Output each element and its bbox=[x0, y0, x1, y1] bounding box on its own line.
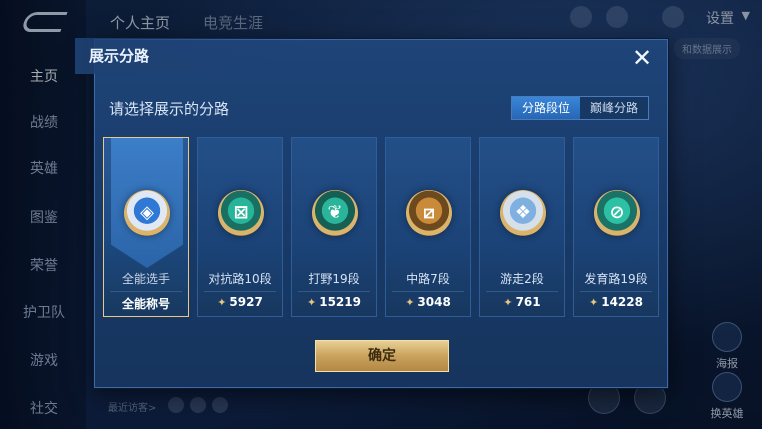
lane-card-name: 打野19段 bbox=[308, 272, 360, 286]
divider bbox=[298, 291, 370, 292]
points-icon: ✦ bbox=[217, 296, 227, 309]
tab-peak-lane[interactable]: 巅峰分路 bbox=[580, 97, 648, 119]
lane-card-mid[interactable]: ⧄ 中路7段 ✦ 3048 bbox=[385, 137, 471, 317]
clash-lane-icon: ⊠ bbox=[218, 190, 264, 236]
points-icon: ✦ bbox=[589, 296, 599, 309]
lane-card-score: ✦ 3048 bbox=[405, 295, 451, 309]
close-button[interactable]: ✕ bbox=[629, 46, 655, 72]
lane-card-name: 全能选手 bbox=[121, 272, 170, 286]
confirm-button[interactable]: 确定 bbox=[315, 340, 449, 372]
roam-icon: ❖ bbox=[500, 190, 546, 236]
lane-card-name: 中路7段 bbox=[406, 272, 450, 286]
tab-lane-rank[interactable]: 分路段位 bbox=[511, 97, 580, 119]
lane-card-name: 发育路19段 bbox=[584, 272, 648, 286]
lane-card-farm[interactable]: ⊘ 发育路19段 ✦ 14228 bbox=[573, 137, 659, 317]
mid-lane-icon: ⧄ bbox=[406, 190, 452, 236]
lane-card-score: ✦ 15219 bbox=[307, 295, 361, 309]
lane-card-all-round[interactable]: ◈ 全能选手 全能称号 bbox=[103, 137, 189, 317]
lane-card-jungle[interactable]: ❦ 打野19段 ✦ 15219 bbox=[291, 137, 377, 317]
points-icon: ✦ bbox=[503, 296, 513, 309]
lane-card-roam[interactable]: ❖ 游走2段 ✦ 761 bbox=[479, 137, 565, 317]
lane-card-subtitle: 全能称号 bbox=[121, 297, 170, 311]
dialog-title: 展示分路 bbox=[89, 47, 150, 65]
lane-card-score: ✦ 14228 bbox=[589, 295, 643, 309]
points-icon: ✦ bbox=[307, 296, 317, 309]
divider bbox=[580, 291, 652, 292]
lane-mode-switch: 分路段位 巅峰分路 bbox=[510, 96, 649, 120]
divider bbox=[110, 291, 182, 292]
dialog-prompt: 请选择展示的分路 bbox=[109, 100, 230, 118]
lane-card-clash[interactable]: ⊠ 对抗路10段 ✦ 5927 bbox=[197, 137, 283, 317]
jungle-icon: ❦ bbox=[312, 190, 358, 236]
lane-card-name: 对抗路10段 bbox=[208, 272, 272, 286]
lane-card-score: ✦ 761 bbox=[503, 295, 541, 309]
divider bbox=[392, 291, 464, 292]
lane-card-score: ✦ 5927 bbox=[217, 295, 263, 309]
divider bbox=[204, 291, 276, 292]
divider bbox=[486, 291, 558, 292]
lane-card-name: 游走2段 bbox=[500, 272, 544, 286]
lane-card-list: ◈ 全能选手 全能称号 ⊠ 对抗路10段 ✦ 5927 ❦ 打野19段 ✦ 1521… bbox=[103, 137, 661, 317]
farm-lane-icon: ⊘ bbox=[594, 190, 640, 236]
points-icon: ✦ bbox=[405, 296, 415, 309]
all-round-icon: ◈ bbox=[124, 190, 170, 236]
lane-display-dialog: 展示分路 ✕ 请选择展示的分路 分路段位 巅峰分路 ◈ 全能选手 全能称号 ⊠ … bbox=[75, 38, 668, 388]
dialog-header: 展示分路 bbox=[75, 38, 305, 74]
